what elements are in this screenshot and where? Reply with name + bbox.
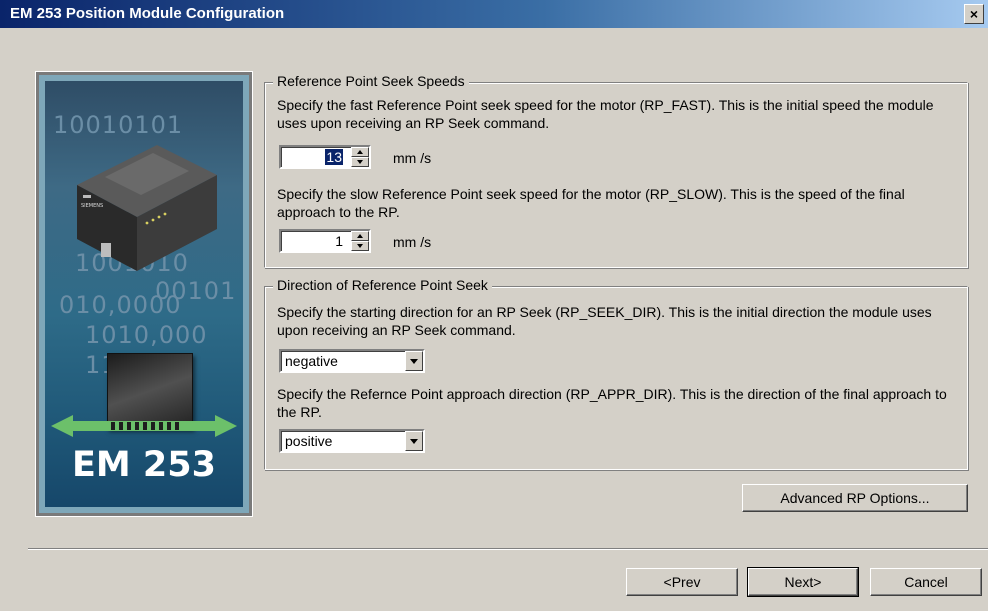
plc-device-image: SIEMENS	[77, 145, 217, 271]
banner-caption: EM 253	[72, 445, 216, 485]
advanced-rp-options-button[interactable]: Advanced RP Options...	[742, 484, 968, 512]
chevron-down-icon[interactable]	[405, 351, 423, 371]
spin-up-icon[interactable]	[351, 231, 369, 241]
rp-appr-dir-value: positive	[285, 433, 333, 449]
cancel-button[interactable]: Cancel	[870, 568, 982, 596]
binary-text: 010,0000	[59, 291, 182, 319]
title-bar: EM 253 Position Module Configuration ×	[0, 0, 988, 28]
rp-slow-value[interactable]: 1	[335, 233, 343, 249]
approach-direction-description: Specify the Refernce Point approach dire…	[277, 386, 947, 420]
spin-down-icon[interactable]	[351, 241, 369, 251]
rp-appr-dir-select[interactable]: positive	[279, 429, 425, 453]
spin-down-icon[interactable]	[351, 157, 369, 167]
spin-buttons	[351, 147, 369, 167]
next-button[interactable]: Next>	[747, 567, 859, 597]
close-button[interactable]: ×	[964, 4, 984, 24]
rp-seek-dir-value: negative	[285, 353, 338, 369]
seek-direction-group: Direction of Reference Point Seek Specif…	[264, 277, 968, 470]
chevron-down-icon[interactable]	[405, 431, 423, 451]
binary-text: 1010,000	[85, 321, 208, 349]
rp-slow-spinbox[interactable]: 1	[279, 229, 371, 253]
banner-art: 10010101 1001010 00101 010,0000 1010,000…	[45, 81, 243, 507]
start-direction-description: Specify the starting direction for an RP…	[277, 304, 932, 338]
product-banner: 10010101 1001010 00101 010,0000 1010,000…	[35, 71, 253, 517]
rp-slow-unit: mm /s	[393, 234, 432, 250]
spin-up-icon[interactable]	[351, 147, 369, 157]
rp-fast-unit: mm /s	[393, 150, 432, 166]
prev-button[interactable]: <Prev	[626, 568, 738, 596]
rp-seek-dir-select[interactable]: negative	[279, 349, 425, 373]
seek-speeds-group: Reference Point Seek Speeds Specify the …	[264, 73, 968, 268]
group-legend: Reference Point Seek Speeds	[273, 73, 469, 89]
brand-label: SIEMENS	[81, 203, 103, 209]
divider	[28, 548, 988, 550]
spin-buttons	[351, 231, 369, 251]
rp-fast-value[interactable]: 13	[325, 149, 343, 165]
window-title: EM 253 Position Module Configuration	[10, 5, 285, 22]
rp-fast-spinbox[interactable]: 13	[279, 145, 371, 169]
slow-speed-description: Specify the slow Reference Point seek sp…	[277, 186, 905, 220]
group-legend: Direction of Reference Point Seek	[273, 277, 492, 293]
double-arrow-icon	[51, 415, 237, 437]
fast-speed-description: Specify the fast Reference Point seek sp…	[277, 97, 934, 131]
